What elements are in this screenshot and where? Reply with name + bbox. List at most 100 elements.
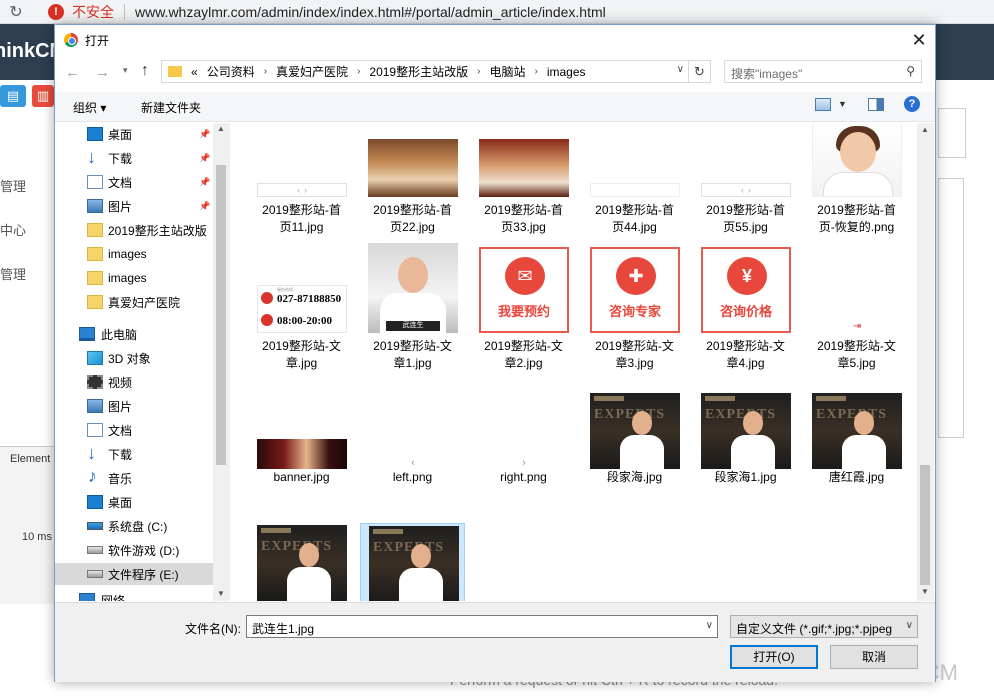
file-item[interactable]: ‹ left.png [360, 391, 465, 503]
nav-scrollbar-thumb[interactable] [216, 165, 226, 465]
scroll-up-icon[interactable]: ▲ [217, 124, 225, 133]
file-item[interactable]: EXPERTS武连生.jpg [249, 523, 354, 601]
file-name-line: 2019整形站-首 [373, 203, 452, 217]
desktop-icon [87, 495, 103, 509]
file-item[interactable]: 武连生 2019整形站-文 章1.jpg [360, 243, 465, 370]
file-name: 段家海1.jpg [693, 469, 798, 486]
forward-arrow-icon[interactable]: → [95, 64, 110, 81]
file-item[interactable]: EXPERTS 段家海.jpg [582, 391, 687, 503]
nav-item[interactable]: 3D 对象 [55, 347, 213, 369]
filename-value[interactable]: 武连生1.jpg [252, 620, 314, 637]
scroll-down-icon[interactable]: ▼ [921, 587, 929, 596]
cancel-button[interactable]: 取消 [830, 645, 918, 669]
chevron-right-icon[interactable]: › [357, 66, 360, 77]
help-icon[interactable]: ? [904, 96, 920, 112]
nav-item[interactable]: 网络 [55, 589, 213, 601]
nav-item[interactable]: 文件程序 (E:) [55, 563, 213, 585]
menu-item[interactable]: 管理 [0, 176, 26, 195]
close-icon[interactable]: ✕ [907, 29, 931, 51]
nav-item[interactable]: images [55, 267, 213, 289]
insecure-label[interactable]: 不安全 [72, 2, 114, 22]
nav-item[interactable]: 下载 [55, 443, 213, 465]
arrow-right-icon: ⇥ [852, 321, 862, 331]
new-folder-button[interactable]: 新建文件夹 [141, 99, 201, 116]
nav-item[interactable]: 音乐 [55, 466, 213, 489]
delete-icon[interactable]: ▥ [32, 85, 54, 107]
organize-button[interactable]: 组织 ▾ [73, 99, 106, 116]
filename-input[interactable]: 武连生1.jpg ∨ [246, 615, 718, 638]
nav-item[interactable]: 桌面 📌 [55, 123, 213, 145]
breadcrumb-item[interactable]: 电脑站 [489, 63, 525, 80]
file-item[interactable]: 2019整形站-首 页33.jpg [471, 123, 576, 234]
file-item[interactable]: ✉ 我要预约 2019整形站-文 章2.jpg [471, 247, 576, 370]
nav-item[interactable]: images [55, 243, 213, 265]
chevron-down-icon[interactable]: ∨ [677, 64, 684, 75]
nav-item[interactable]: 视频 [55, 371, 213, 393]
nav-item[interactable]: 文档 📌 [55, 171, 213, 193]
refresh-icon[interactable]: ↻ [689, 60, 711, 83]
file-item[interactable]: EXPERTS 段家海1.jpg [693, 391, 798, 503]
chevron-right-icon[interactable]: › [477, 66, 480, 77]
nav-item[interactable]: 2019整形主站改版 [55, 219, 213, 241]
up-arrow-icon[interactable]: ↑ [141, 62, 149, 80]
breadcrumb-item[interactable]: 公司资料 [207, 63, 255, 80]
chevron-down-icon[interactable]: ∨ [906, 620, 913, 631]
nav-item[interactable]: 图片 [55, 395, 213, 417]
file-item[interactable]: ‹ › 2019整形站-首 页11.jpg [249, 123, 354, 234]
nav-item[interactable]: 下载 📌 [55, 147, 213, 169]
search-input[interactable]: 搜索"images" ⚲ [724, 60, 922, 83]
file-item[interactable]: ¥ 咨询价格 2019整形站-文 章4.jpg [693, 247, 798, 370]
file-item[interactable]: ‹ › 2019整形站-首 页55.jpg [693, 123, 798, 234]
file-item[interactable]: ✚ 咨询专家 2019整形站-文 章3.jpg [582, 247, 687, 370]
nav-item[interactable]: 系统盘 (C:) [55, 515, 213, 537]
file-item[interactable]: 服务热线 027-87188850 08:00-20:00 2019整形站-文 章.jp… [249, 255, 354, 370]
scroll-down-icon[interactable]: ▼ [217, 589, 225, 598]
menu-item[interactable]: 中心 [0, 220, 26, 239]
page-icon[interactable]: ▤ [0, 85, 26, 107]
breadcrumb-item[interactable]: 2019整形主站改版 [369, 63, 468, 80]
view-mode-icon[interactable] [815, 98, 831, 111]
nav-item[interactable]: 图片 📌 [55, 195, 213, 217]
breadcrumb-item[interactable]: images [547, 65, 586, 79]
open-file-dialog: 打开 ✕ ← → ▾ ↑ « 公司资料 › 真爱妇产医院 › 2019整形主站改… [54, 24, 936, 682]
file-type-value[interactable]: 自定义文件 (*.gif;*.jpg;*.pjpeg [736, 620, 904, 637]
open-button[interactable]: 打开(O) [730, 645, 818, 669]
file-item[interactable]: EXPERTS武连生1.jpg [360, 523, 465, 601]
url-text[interactable]: www.whzaylmr.com/admin/index/index.html#… [135, 4, 606, 20]
nav-item[interactable]: 此电脑 [55, 323, 213, 345]
chevron-right-icon: › [304, 185, 307, 195]
breadcrumb-item[interactable]: 真爱妇产医院 [276, 63, 348, 80]
nav-item-label: 系统盘 (C:) [108, 519, 168, 534]
devtools-tab[interactable]: Element [10, 453, 50, 465]
chevron-down-icon[interactable]: ∨ [706, 620, 713, 631]
file-item[interactable]: 2019整形站-首 页44.jpg [582, 123, 687, 234]
file-item[interactable]: 2019整形站-首 页22.jpg [360, 123, 465, 234]
file-item[interactable]: ⇥ 2019整形站-文 章5.jpg [804, 255, 909, 370]
folder-icon [87, 295, 103, 309]
warning-icon[interactable]: ! [48, 3, 64, 20]
scroll-up-icon[interactable]: ▲ [921, 125, 929, 134]
preview-pane-icon[interactable] [868, 98, 884, 111]
menu-item[interactable]: 管理 [0, 264, 26, 283]
nav-item[interactable]: 软件游戏 (D:) [55, 539, 213, 561]
search-icon[interactable]: ⚲ [906, 64, 915, 78]
chevron-right-icon[interactable]: › [264, 66, 267, 77]
dialog-titlebar[interactable]: 打开 ✕ [55, 25, 935, 55]
nav-item[interactable]: 桌面 [55, 491, 213, 513]
back-arrow-icon[interactable]: ← [65, 64, 80, 81]
image-thumbnail [257, 439, 347, 469]
breadcrumb[interactable]: « 公司资料 › 真爱妇产医院 › 2019整形主站改版 › 电脑站 › ima… [161, 60, 689, 83]
file-scrollbar-thumb[interactable] [920, 465, 930, 585]
file-item[interactable]: banner.jpg [249, 391, 354, 503]
file-type-select[interactable]: 自定义文件 (*.gif;*.jpg;*.pjpeg ∨ [730, 615, 918, 638]
breadcrumb-overflow[interactable]: « [191, 65, 198, 79]
file-item[interactable]: EXPERTS 唐红霞.jpg [804, 391, 909, 503]
chevron-right-icon[interactable]: › [534, 66, 537, 77]
reload-icon[interactable]: ↻ [4, 0, 28, 24]
file-item[interactable]: › right.png [471, 391, 576, 503]
file-item[interactable]: 2019整形站-首 页-恢复的.png [804, 123, 909, 234]
chevron-down-icon[interactable]: ▼ [838, 99, 847, 109]
nav-item[interactable]: 真爱妇产医院 [55, 291, 213, 313]
nav-item[interactable]: 文档 [55, 419, 213, 441]
chevron-down-icon[interactable]: ▾ [123, 65, 128, 76]
